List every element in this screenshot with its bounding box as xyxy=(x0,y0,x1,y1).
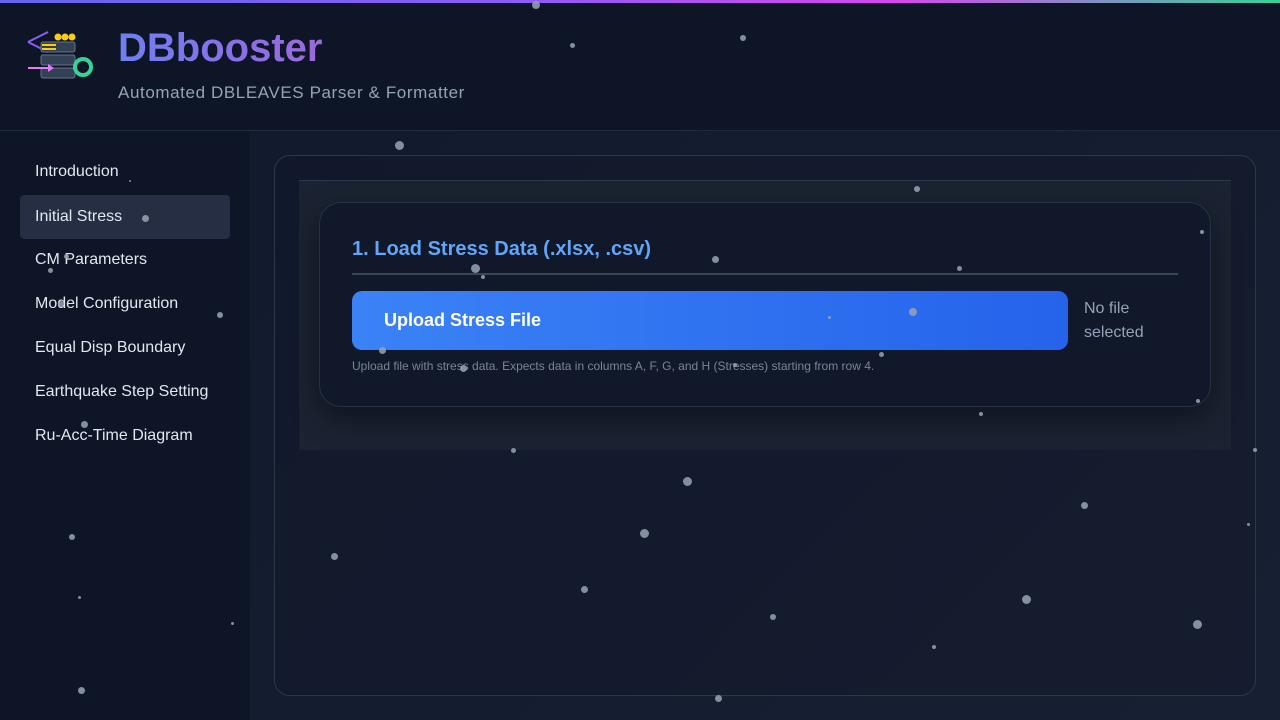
content-panel: 1. Load Stress Data (.xlsx, .csv) Upload… xyxy=(274,155,1256,696)
app-title: DBbooster xyxy=(118,26,323,70)
main-content: 1. Load Stress Data (.xlsx, .csv) Upload… xyxy=(250,131,1280,720)
app-subtitle: Automated DBLEAVES Parser & Formatter xyxy=(118,83,465,102)
upload-help-text: Upload file with stress data. Expects da… xyxy=(352,359,875,373)
sidebar: Introduction Initial Stress CM Parameter… xyxy=(0,131,250,720)
load-stress-card: 1. Load Stress Data (.xlsx, .csv) Upload… xyxy=(319,202,1211,407)
card-divider xyxy=(352,273,1178,275)
file-status-label: No file selected xyxy=(1084,300,1144,341)
sidebar-item-initial-stress[interactable]: Initial Stress xyxy=(20,195,230,239)
app-header: DBbooster Automated DBLEAVES Parser & Fo… xyxy=(0,0,1280,131)
sidebar-item-introduction[interactable]: Introduction xyxy=(20,150,230,194)
stress-section: 1. Load Stress Data (.xlsx, .csv) Upload… xyxy=(299,180,1231,450)
sidebar-item-earthquake-step-setting[interactable]: Earthquake Step Setting xyxy=(20,370,230,414)
sidebar-item-equal-disp-boundary[interactable]: Equal Disp Boundary xyxy=(20,326,230,370)
upload-stress-file-button[interactable]: Upload Stress File xyxy=(352,291,1068,350)
card-title: 1. Load Stress Data (.xlsx, .csv) xyxy=(352,238,652,260)
sidebar-item-model-configuration[interactable]: Model Configuration xyxy=(20,282,230,326)
server-stack-logo-icon xyxy=(27,31,93,79)
sidebar-item-ru-acc-time-diagram[interactable]: Ru-Acc-Time Diagram xyxy=(20,414,230,458)
sidebar-item-cm-parameters[interactable]: CM Parameters xyxy=(20,238,230,282)
top-gradient-strip xyxy=(0,0,1280,3)
